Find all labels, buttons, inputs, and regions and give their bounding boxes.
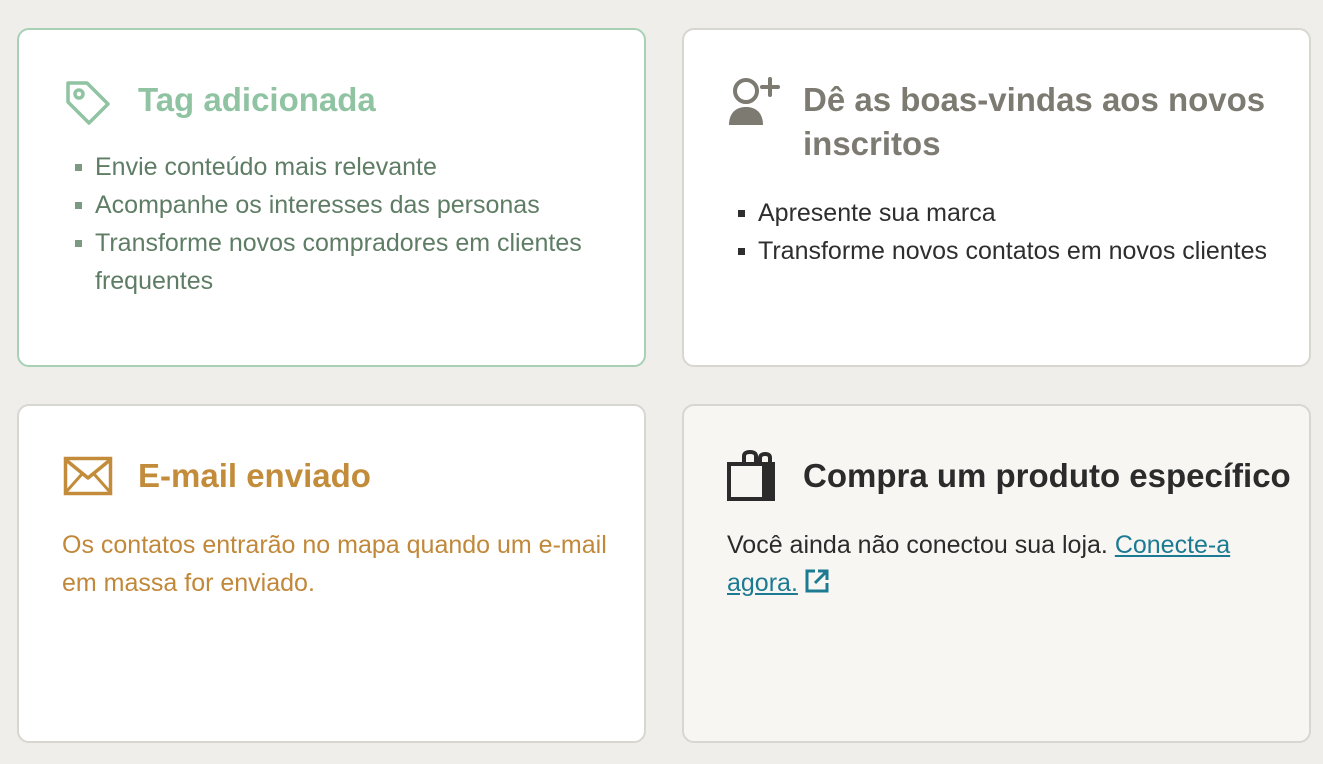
card-description: Os contatos entrarão no mapa quando um e… [62,531,607,597]
card-title: Tag adicionada [138,81,376,118]
email-sent-card[interactable]: E-mail enviado Os contatos entrarão no m… [17,404,646,743]
product-purchase-card[interactable]: Compra um produto específico Você ainda … [682,404,1311,743]
tag-added-card[interactable]: Tag adicionada Envie conteúdo mais relev… [17,28,646,367]
card-description: Você ainda não conectou sua loja. Conect… [727,526,1287,605]
list-item: Acompanhe os interesses das personas [75,186,615,224]
list-item: Envie conteúdo mais relevante [75,148,615,186]
list-item: Transforme novos compradores em clientes… [75,224,615,300]
shopping-bag-icon [726,450,778,502]
list-item: Apresente sua marca [738,194,1278,232]
welcome-subscribers-card[interactable]: Dê as boas-vindas aos novos inscritos Ap… [682,28,1311,367]
external-link-icon[interactable] [804,567,830,605]
tag-icon [63,78,113,128]
card-title: E-mail enviado [138,457,371,494]
benefit-list: Apresente sua marca Transforme novos con… [738,194,1278,270]
store-not-connected-text: Você ainda não conectou sua loja. [727,531,1108,559]
list-item: Transforme novos contatos em novos clien… [738,232,1278,270]
card-title: Dê as boas-vindas aos novos inscritos [803,81,1266,162]
envelope-icon [63,456,113,496]
card-title: Compra um produto específico [803,457,1291,494]
add-user-icon [726,76,782,128]
benefit-list: Envie conteúdo mais relevante Acompanhe … [75,148,615,300]
